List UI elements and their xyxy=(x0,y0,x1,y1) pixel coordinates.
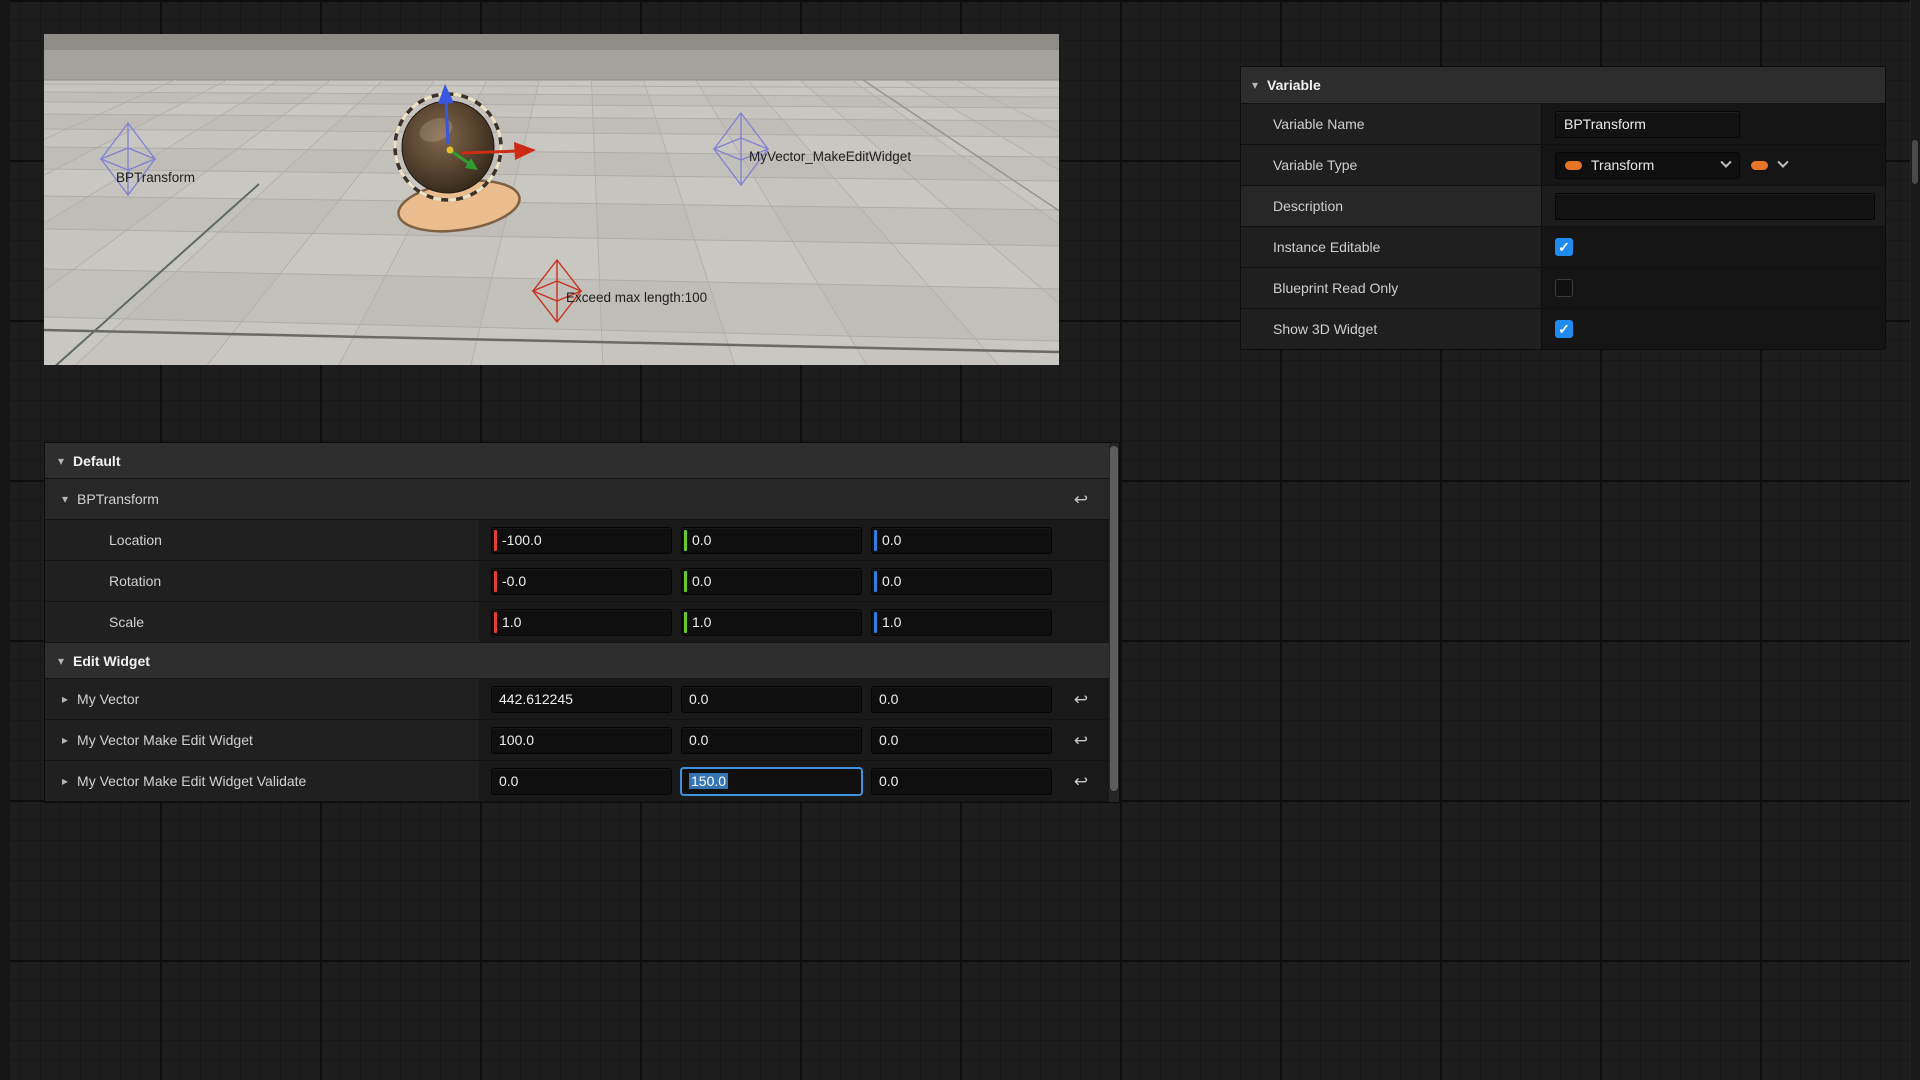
location-x-field[interactable]: -100.0 xyxy=(491,527,672,554)
mvmewv-x-field[interactable]: 0.0 xyxy=(491,768,672,795)
category-title: Default xyxy=(73,453,120,469)
variable-type-dropdown[interactable]: Transform xyxy=(1555,152,1740,179)
collapse-triangle-icon: ▾ xyxy=(58,455,64,467)
selected-text: 150.0 xyxy=(689,773,728,789)
container-type-pill-icon[interactable] xyxy=(1751,161,1768,170)
variable-section-header[interactable]: ▾ Variable xyxy=(1241,67,1885,103)
rotation-y-field[interactable]: 0.0 xyxy=(681,568,862,595)
container-type-chevron-icon[interactable] xyxy=(1777,157,1788,168)
reset-to-default-button[interactable]: ↩ xyxy=(1074,773,1088,790)
instance-editable-label: Instance Editable xyxy=(1241,227,1542,267)
variable-type-label: Variable Type xyxy=(1241,145,1542,185)
variable-details-panel: ▾ Variable Variable Name Variable Type T… xyxy=(1240,66,1886,350)
rotation-row: Rotation -0.0 0.0 0.0 xyxy=(45,561,1109,602)
reset-to-default-button[interactable]: ↩ xyxy=(1074,691,1088,708)
details-scrollbar-thumb[interactable] xyxy=(1110,446,1118,791)
rotation-z-field[interactable]: 0.0 xyxy=(871,568,1052,595)
show-3d-widget-label: Show 3D Widget xyxy=(1241,309,1542,349)
mvmew-y-field[interactable]: 0.0 xyxy=(681,727,862,754)
blueprint-read-only-label: Blueprint Read Only xyxy=(1241,268,1542,308)
my-vector-label: My Vector xyxy=(77,691,139,707)
details-scrollbar[interactable] xyxy=(1109,443,1119,802)
my-vector-make-edit-widget-label: My Vector Make Edit Widget xyxy=(77,732,253,748)
variable-type-row: Variable Type Transform xyxy=(1241,144,1885,185)
window-left-edge xyxy=(0,0,10,1080)
default-value-details-panel: ▾ Default ▾ BPTransform ↩ Location -100.… xyxy=(44,442,1120,803)
collapse-triangle-icon: ▾ xyxy=(58,655,64,667)
scale-label: Scale xyxy=(45,602,479,642)
location-label: Location xyxy=(45,520,479,560)
my-vector-y-field[interactable]: 0.0 xyxy=(681,686,862,713)
variable-name-label: Variable Name xyxy=(1241,104,1542,144)
variable-name-input[interactable] xyxy=(1555,111,1740,138)
scale-y-field[interactable]: 1.0 xyxy=(681,609,862,636)
3d-viewport[interactable]: BPTransform MyVector_MakeEditWidget Exce… xyxy=(44,34,1059,365)
my-vector-make-edit-widget-validate-label: My Vector Make Edit Widget Validate xyxy=(77,773,306,789)
viewport-render: BPTransform MyVector_MakeEditWidget Exce… xyxy=(44,34,1059,365)
check-icon: ✓ xyxy=(1558,240,1570,254)
expand-triangle-icon[interactable]: ▸ xyxy=(62,693,68,705)
location-row: Location -100.0 0.0 0.0 xyxy=(45,520,1109,561)
graph-scrollbar-thumb[interactable] xyxy=(1912,140,1918,184)
location-z-field[interactable]: 0.0 xyxy=(871,527,1052,554)
check-icon: ✓ xyxy=(1558,322,1570,336)
mvmew-z-field[interactable]: 0.0 xyxy=(871,727,1052,754)
rotation-label: Rotation xyxy=(45,561,479,601)
expand-triangle-icon[interactable]: ▸ xyxy=(62,734,68,746)
expand-triangle-icon[interactable]: ▸ xyxy=(62,775,68,787)
my-vector-z-field[interactable]: 0.0 xyxy=(871,686,1052,713)
widget-label-exceed-max: Exceed max length:100 xyxy=(566,290,707,305)
gizmo-origin-dot[interactable] xyxy=(447,147,454,154)
chevron-down-icon xyxy=(1720,157,1731,168)
scale-x-field[interactable]: 1.0 xyxy=(491,609,672,636)
location-y-field[interactable]: 0.0 xyxy=(681,527,862,554)
show-3d-widget-row: Show 3D Widget ✓ xyxy=(1241,308,1885,349)
rotation-x-field[interactable]: -0.0 xyxy=(491,568,672,595)
my-vector-x-field[interactable]: 442.612245 xyxy=(491,686,672,713)
category-header-edit-widget[interactable]: ▾ Edit Widget xyxy=(45,643,1109,679)
show-3d-widget-checkbox[interactable]: ✓ xyxy=(1555,320,1573,338)
reset-to-default-button[interactable]: ↩ xyxy=(1074,491,1088,508)
x-axis-arrow[interactable] xyxy=(462,151,518,153)
widget-label-bptransform: BPTransform xyxy=(116,170,195,185)
category-header-default[interactable]: ▾ Default xyxy=(45,443,1109,479)
bptransform-property-label: BPTransform xyxy=(77,491,159,507)
description-input[interactable] xyxy=(1555,193,1875,220)
collapse-triangle-icon: ▾ xyxy=(1252,79,1258,91)
mvmewv-y-field-focused[interactable]: 150.0 xyxy=(681,768,862,795)
transform-type-pill-icon xyxy=(1565,161,1582,170)
widget-label-myvector: MyVector_MakeEditWidget xyxy=(749,149,911,164)
mvmewv-z-field[interactable]: 0.0 xyxy=(871,768,1052,795)
description-row: Description xyxy=(1241,185,1885,226)
horizon-band xyxy=(44,34,1059,50)
mvmew-x-field[interactable]: 100.0 xyxy=(491,727,672,754)
bptransform-property-row: ▾ BPTransform ↩ xyxy=(45,479,1109,520)
my-vector-make-edit-widget-validate-row: ▸ My Vector Make Edit Widget Validate 0.… xyxy=(45,761,1109,802)
variable-type-value: Transform xyxy=(1591,157,1713,173)
expand-triangle-icon[interactable]: ▾ xyxy=(62,493,68,505)
my-vector-row: ▸ My Vector 442.612245 0.0 0.0 ↩ xyxy=(45,679,1109,720)
instance-editable-row: Instance Editable ✓ xyxy=(1241,226,1885,267)
scale-z-field[interactable]: 1.0 xyxy=(871,609,1052,636)
instance-editable-checkbox[interactable]: ✓ xyxy=(1555,238,1573,256)
graph-right-scrollbar[interactable] xyxy=(1910,0,1920,1080)
reset-to-default-button[interactable]: ↩ xyxy=(1074,732,1088,749)
scale-row: Scale 1.0 1.0 1.0 xyxy=(45,602,1109,643)
my-vector-make-edit-widget-row: ▸ My Vector Make Edit Widget 100.0 0.0 0… xyxy=(45,720,1109,761)
category-title: Edit Widget xyxy=(73,653,150,669)
description-label: Description xyxy=(1241,186,1542,226)
floor-checker-bands xyxy=(44,92,1059,341)
blueprint-read-only-row: Blueprint Read Only xyxy=(1241,267,1885,308)
z-axis-arrow[interactable] xyxy=(446,100,448,144)
variable-name-row: Variable Name xyxy=(1241,103,1885,144)
blueprint-read-only-checkbox[interactable] xyxy=(1555,279,1573,297)
variable-section-title: Variable xyxy=(1267,77,1321,93)
